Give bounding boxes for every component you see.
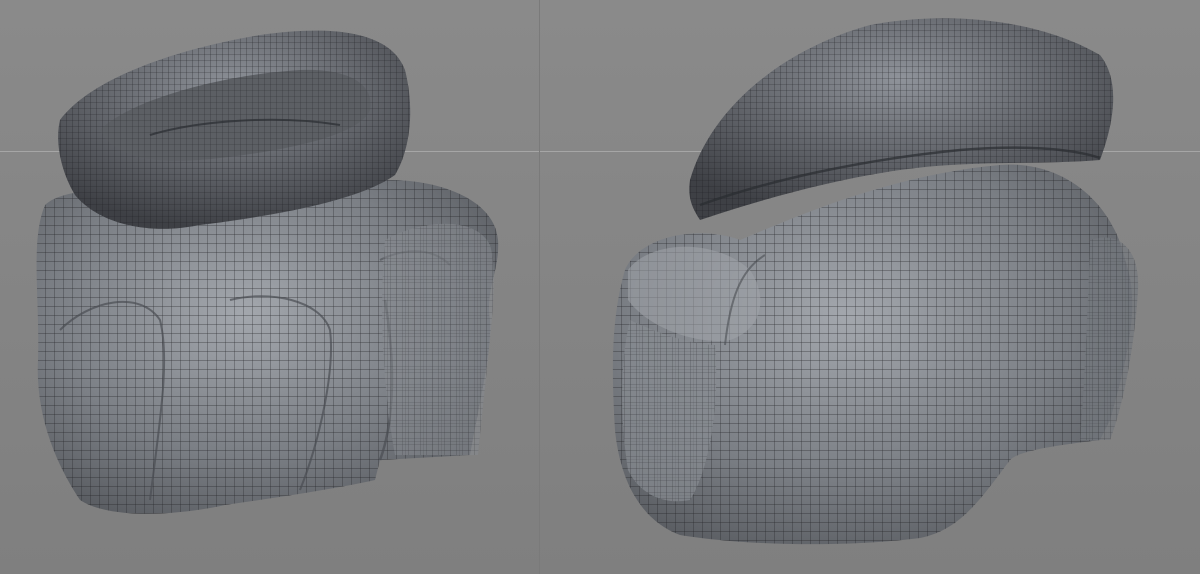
mesh-back-view <box>612 18 1139 545</box>
torso-mesh <box>36 179 499 514</box>
back-torso-mesh <box>612 164 1139 545</box>
render-scene <box>0 0 1200 574</box>
viewport-right[interactable] <box>540 0 1200 574</box>
mesh-front-view <box>36 30 499 514</box>
viewport-left[interactable] <box>0 0 540 574</box>
